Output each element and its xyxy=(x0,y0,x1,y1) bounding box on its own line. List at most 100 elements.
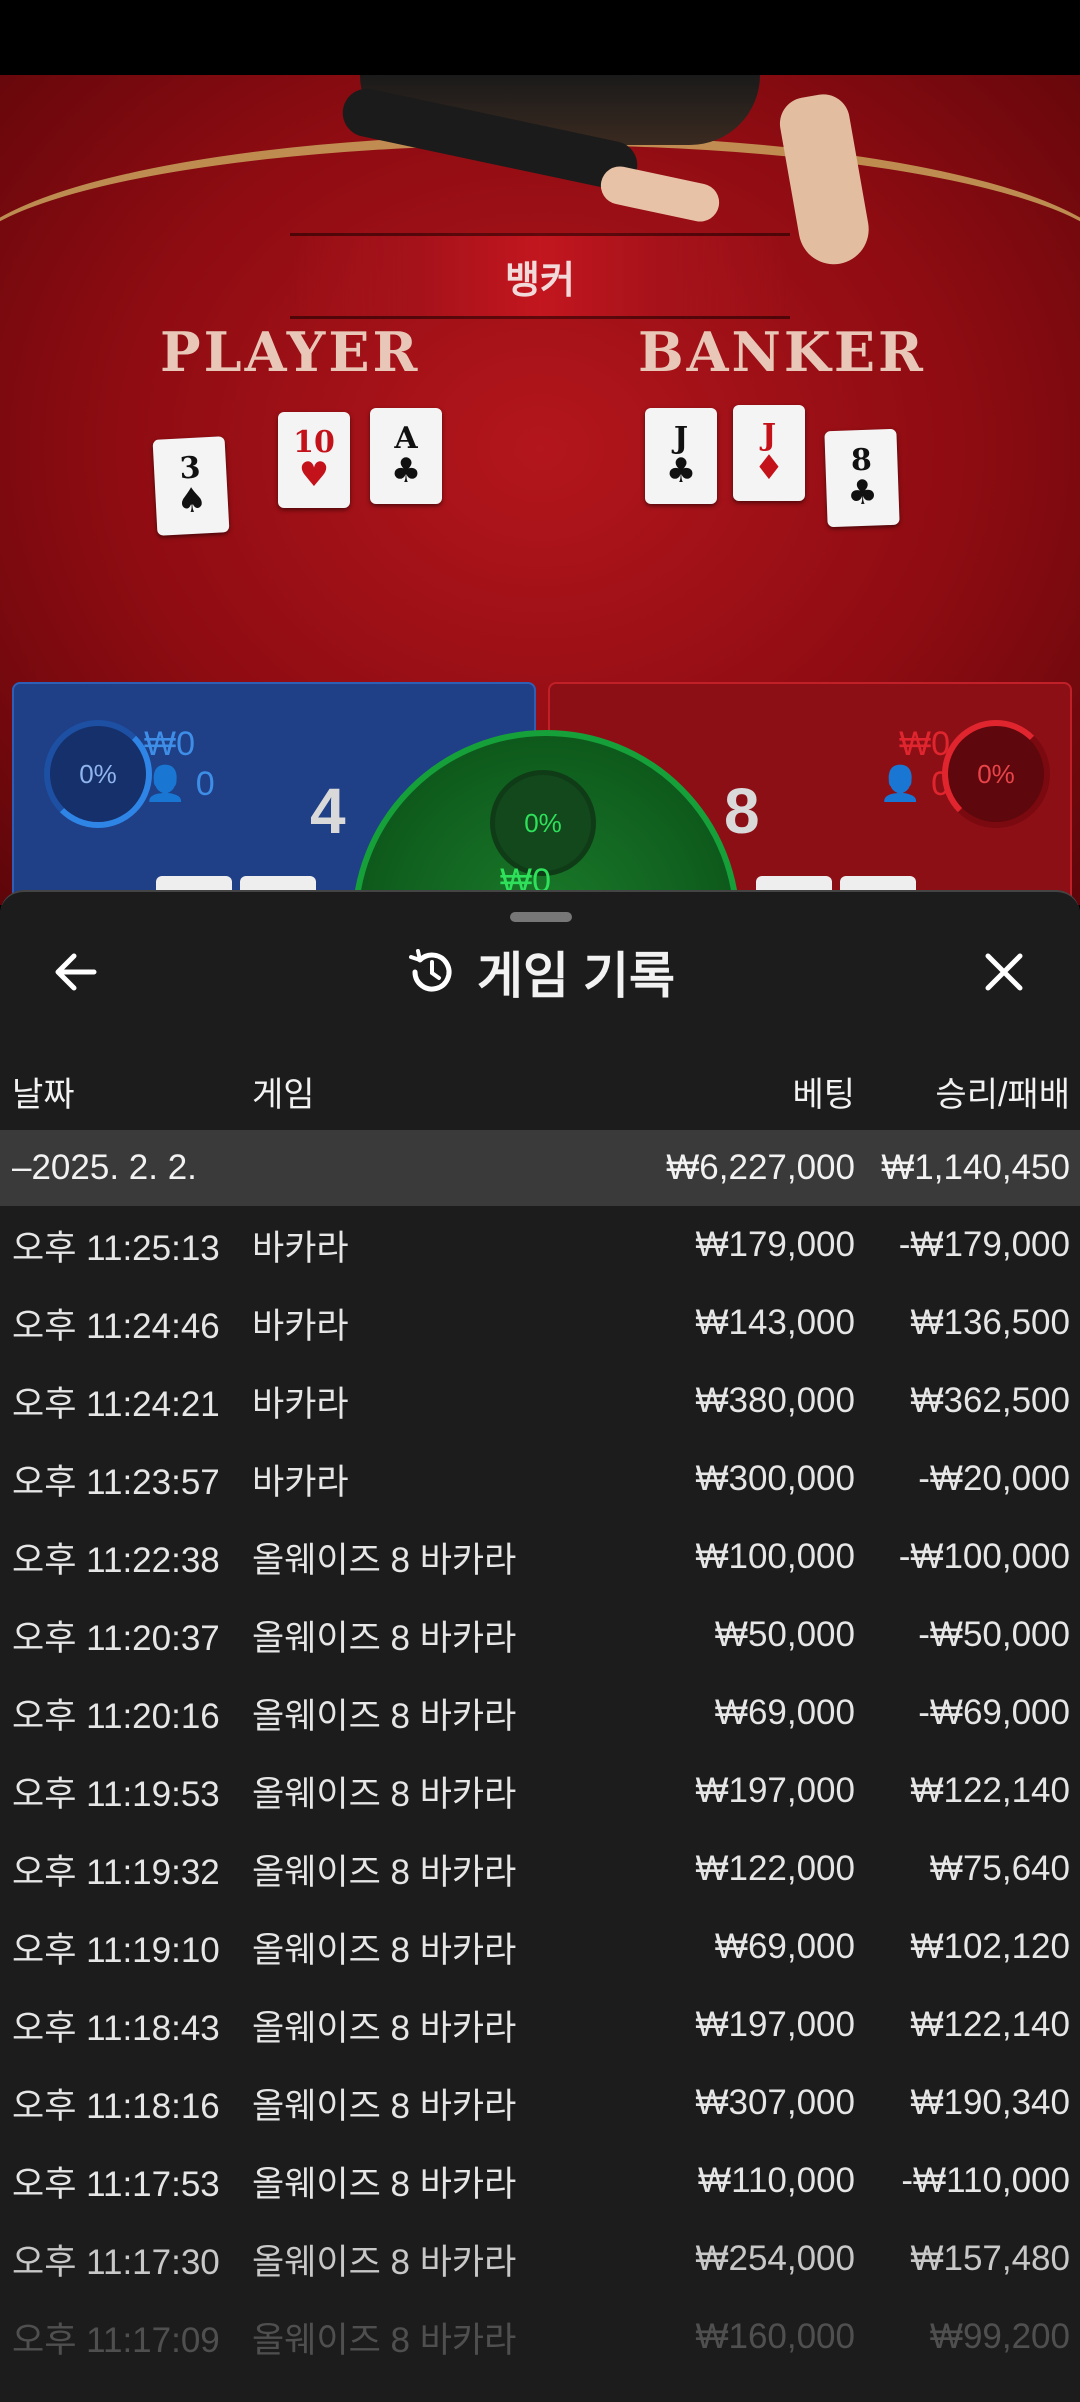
history-row[interactable]: 오후 11:20:16 올웨이즈 8 바카라 ₩69,000 -₩69,000 xyxy=(0,1674,1080,1752)
banker-title: BANKER xyxy=(638,320,926,384)
row-bet: ₩122,000 xyxy=(695,1849,855,1888)
row-time: 오후 11:23:57 xyxy=(12,1462,220,1502)
player-card-1: 3 ♠ xyxy=(152,436,230,536)
row-winloss: -₩110,000 xyxy=(901,2161,1070,2200)
banker-bet-amount: ₩0 xyxy=(899,725,950,763)
status-bar xyxy=(0,0,1080,75)
row-bet: ₩197,000 xyxy=(695,1771,855,1810)
banker-score: 8 xyxy=(724,775,760,847)
history-row[interactable]: 오후 11:19:53 올웨이즈 8 바카라 ₩197,000 ₩122,140 xyxy=(0,1752,1080,1830)
row-game: 올웨이즈 8 바카라 xyxy=(252,1774,517,1814)
history-list[interactable]: –2025. 2. 2. ₩6,227,000 ₩1,140,450 오후 11… xyxy=(0,1130,1080,2376)
result-banner: 뱅커 xyxy=(290,233,790,319)
user-icon: 👤 xyxy=(144,765,187,803)
row-winloss: ₩75,640 xyxy=(929,1849,1070,1888)
history-row[interactable]: 오후 11:17:30 올웨이즈 8 바카라 ₩254,000 ₩157,480 xyxy=(0,2220,1080,2298)
row-bet: ₩69,000 xyxy=(714,1693,855,1732)
row-game: 올웨이즈 8 바카라 xyxy=(252,1618,517,1658)
row-winloss: ₩122,140 xyxy=(910,2005,1070,2044)
row-time: 오후 11:20:37 xyxy=(12,1618,220,1658)
banker-card-1: J ♣ xyxy=(645,408,717,504)
column-game: 게임 xyxy=(252,1076,315,1114)
history-row[interactable]: 오후 11:20:37 올웨이즈 8 바카라 ₩50,000 -₩50,000 xyxy=(0,1596,1080,1674)
history-row[interactable]: 오후 11:22:38 올웨이즈 8 바카라 ₩100,000 -₩100,000 xyxy=(0,1518,1080,1596)
history-row[interactable]: 오후 11:25:13 바카라 ₩179,000 -₩179,000 xyxy=(0,1206,1080,1284)
row-winloss: -₩100,000 xyxy=(898,1537,1070,1576)
sheet-title: 게임 기록 xyxy=(477,948,675,1004)
history-row[interactable]: 오후 11:17:53 올웨이즈 8 바카라 ₩110,000 -₩110,000 xyxy=(0,2142,1080,2220)
player-card-2: 10 ♥ xyxy=(278,412,350,508)
row-game: 바카라 xyxy=(252,1384,349,1424)
row-game: 올웨이즈 8 바카라 xyxy=(252,1540,517,1580)
row-time: 오후 11:19:32 xyxy=(12,1852,220,1892)
row-winloss: ₩136,500 xyxy=(910,1303,1070,1342)
row-time: 오후 11:18:43 xyxy=(12,2008,220,2048)
row-bet: ₩307,000 xyxy=(695,2083,855,2122)
row-game: 올웨이즈 8 바카라 xyxy=(252,2086,517,2126)
history-row[interactable]: 오후 11:19:32 올웨이즈 8 바카라 ₩122,000 ₩75,640 xyxy=(0,1830,1080,1908)
row-winloss: -₩50,000 xyxy=(918,1615,1070,1654)
row-bet: ₩160,000 xyxy=(695,2317,855,2356)
row-winloss: -₩179,000 xyxy=(898,1225,1070,1264)
date-group-row[interactable]: –2025. 2. 2. ₩6,227,000 ₩1,140,450 xyxy=(0,1130,1080,1206)
user-icon: 👤 xyxy=(879,765,922,803)
row-bet: ₩197,000 xyxy=(695,2005,855,2044)
row-bet: ₩380,000 xyxy=(695,1381,855,1420)
history-row[interactable]: 오후 11:24:46 바카라 ₩143,000 ₩136,500 xyxy=(0,1284,1080,1362)
history-row[interactable]: 오후 11:23:57 바카라 ₩300,000 -₩20,000 xyxy=(0,1440,1080,1518)
dealer-image xyxy=(300,75,875,270)
player-card-3: A ♣ xyxy=(370,408,442,504)
row-game: 올웨이즈 8 바카라 xyxy=(252,2008,517,2048)
row-time: 오후 11:19:53 xyxy=(12,1774,220,1814)
history-row[interactable]: 오후 11:24:21 바카라 ₩380,000 ₩362,500 xyxy=(0,1362,1080,1440)
sheet-header: 게임 기록 xyxy=(0,932,1080,1022)
sheet-drag-handle[interactable] xyxy=(510,912,572,922)
row-bet: ₩110,000 xyxy=(698,2161,855,2200)
player-title: PLAYER xyxy=(160,320,421,384)
close-icon xyxy=(985,953,1023,991)
history-row[interactable]: 오후 11:19:10 올웨이즈 8 바카라 ₩69,000 ₩102,120 xyxy=(0,1908,1080,1986)
row-bet: ₩179,000 xyxy=(695,1225,855,1264)
row-winloss: ₩122,140 xyxy=(910,1771,1070,1810)
row-game: 올웨이즈 8 바카라 xyxy=(252,2242,517,2282)
player-score: 4 xyxy=(310,775,346,847)
history-clock-icon xyxy=(409,949,452,992)
banker-bettor-count: 0 xyxy=(931,765,950,803)
date-group-label: –2025. 2. 2. xyxy=(12,1148,197,1187)
row-bet: ₩50,000 xyxy=(714,1615,855,1654)
history-row[interactable]: 오후 11:17:09 올웨이즈 8 바카라 ₩160,000 ₩99,200 xyxy=(0,2298,1080,2376)
row-game: 올웨이즈 8 바카라 xyxy=(252,1852,517,1892)
row-winloss: ₩157,480 xyxy=(910,2239,1070,2278)
player-bettor-count: 0 xyxy=(195,765,215,803)
row-winloss: -₩20,000 xyxy=(918,1459,1070,1498)
table-header: 날짜 게임 베팅 승리/패배 xyxy=(0,1067,1080,1117)
column-bet: 베팅 xyxy=(792,1076,855,1114)
column-date: 날짜 xyxy=(12,1076,75,1114)
row-time: 오후 11:20:16 xyxy=(12,1696,220,1736)
banker-card-2: J ♦ xyxy=(733,405,805,501)
history-row[interactable]: 오후 11:18:43 올웨이즈 8 바카라 ₩197,000 ₩122,140 xyxy=(0,1986,1080,2064)
row-bet: ₩69,000 xyxy=(714,1927,855,1966)
row-bet: ₩300,000 xyxy=(695,1459,855,1498)
row-winloss: ₩190,340 xyxy=(910,2083,1070,2122)
game-history-sheet: 게임 기록 날짜 게임 베팅 승리/패배 –2025. 2. 2. ₩6,227… xyxy=(0,890,1080,2402)
row-time: 오후 11:22:38 xyxy=(12,1540,220,1580)
player-stake-info: ₩0 👤 0 xyxy=(144,724,215,804)
close-button[interactable] xyxy=(972,940,1036,1004)
row-bet: ₩100,000 xyxy=(695,1537,855,1576)
history-row[interactable]: 오후 11:18:16 올웨이즈 8 바카라 ₩307,000 ₩190,340 xyxy=(0,2064,1080,2142)
row-time: 오후 11:17:53 xyxy=(12,2164,220,2204)
row-winloss: ₩99,200 xyxy=(929,2317,1070,2356)
row-game: 올웨이즈 8 바카라 xyxy=(252,2164,517,2204)
row-bet: ₩254,000 xyxy=(695,2239,855,2278)
row-time: 오후 11:17:30 xyxy=(12,2242,220,2282)
row-game: 바카라 xyxy=(252,1228,349,1268)
row-time: 오후 11:25:13 xyxy=(12,1228,220,1268)
row-bet: ₩143,000 xyxy=(695,1303,855,1342)
row-game: 올웨이즈 8 바카라 xyxy=(252,2320,517,2360)
row-game: 바카라 xyxy=(252,1462,349,1502)
tie-percent-gauge: 0% xyxy=(490,770,596,876)
row-winloss: -₩69,000 xyxy=(918,1693,1070,1732)
row-time: 오후 11:19:10 xyxy=(12,1930,220,1970)
date-group-winloss-total: ₩1,140,450 xyxy=(881,1148,1070,1187)
